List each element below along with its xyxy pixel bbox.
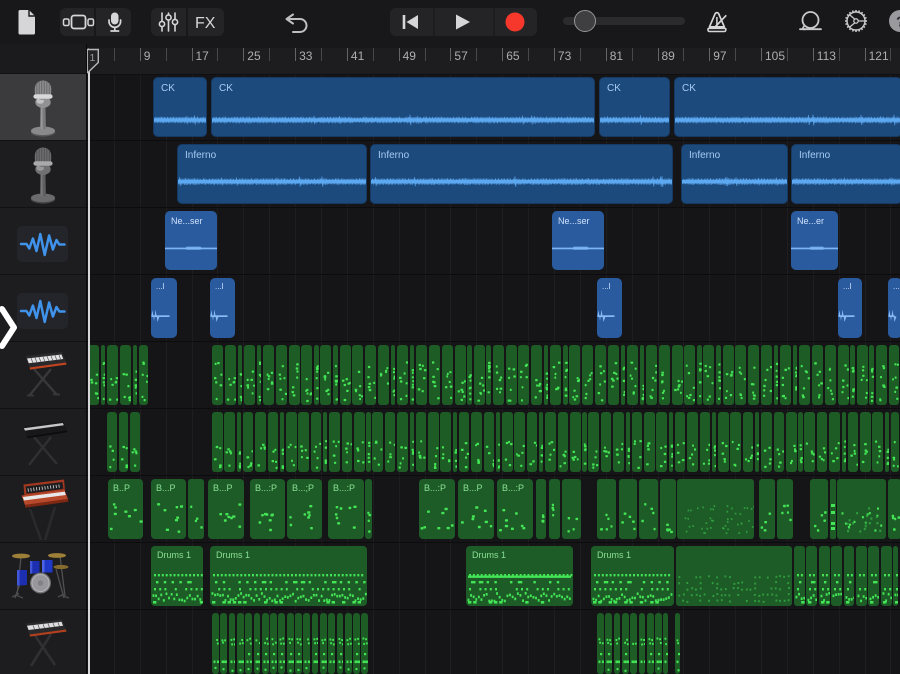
svg-text:FX: FX (195, 15, 216, 32)
svg-text:?: ? (896, 14, 900, 31)
svg-text:1: 1 (90, 52, 96, 64)
